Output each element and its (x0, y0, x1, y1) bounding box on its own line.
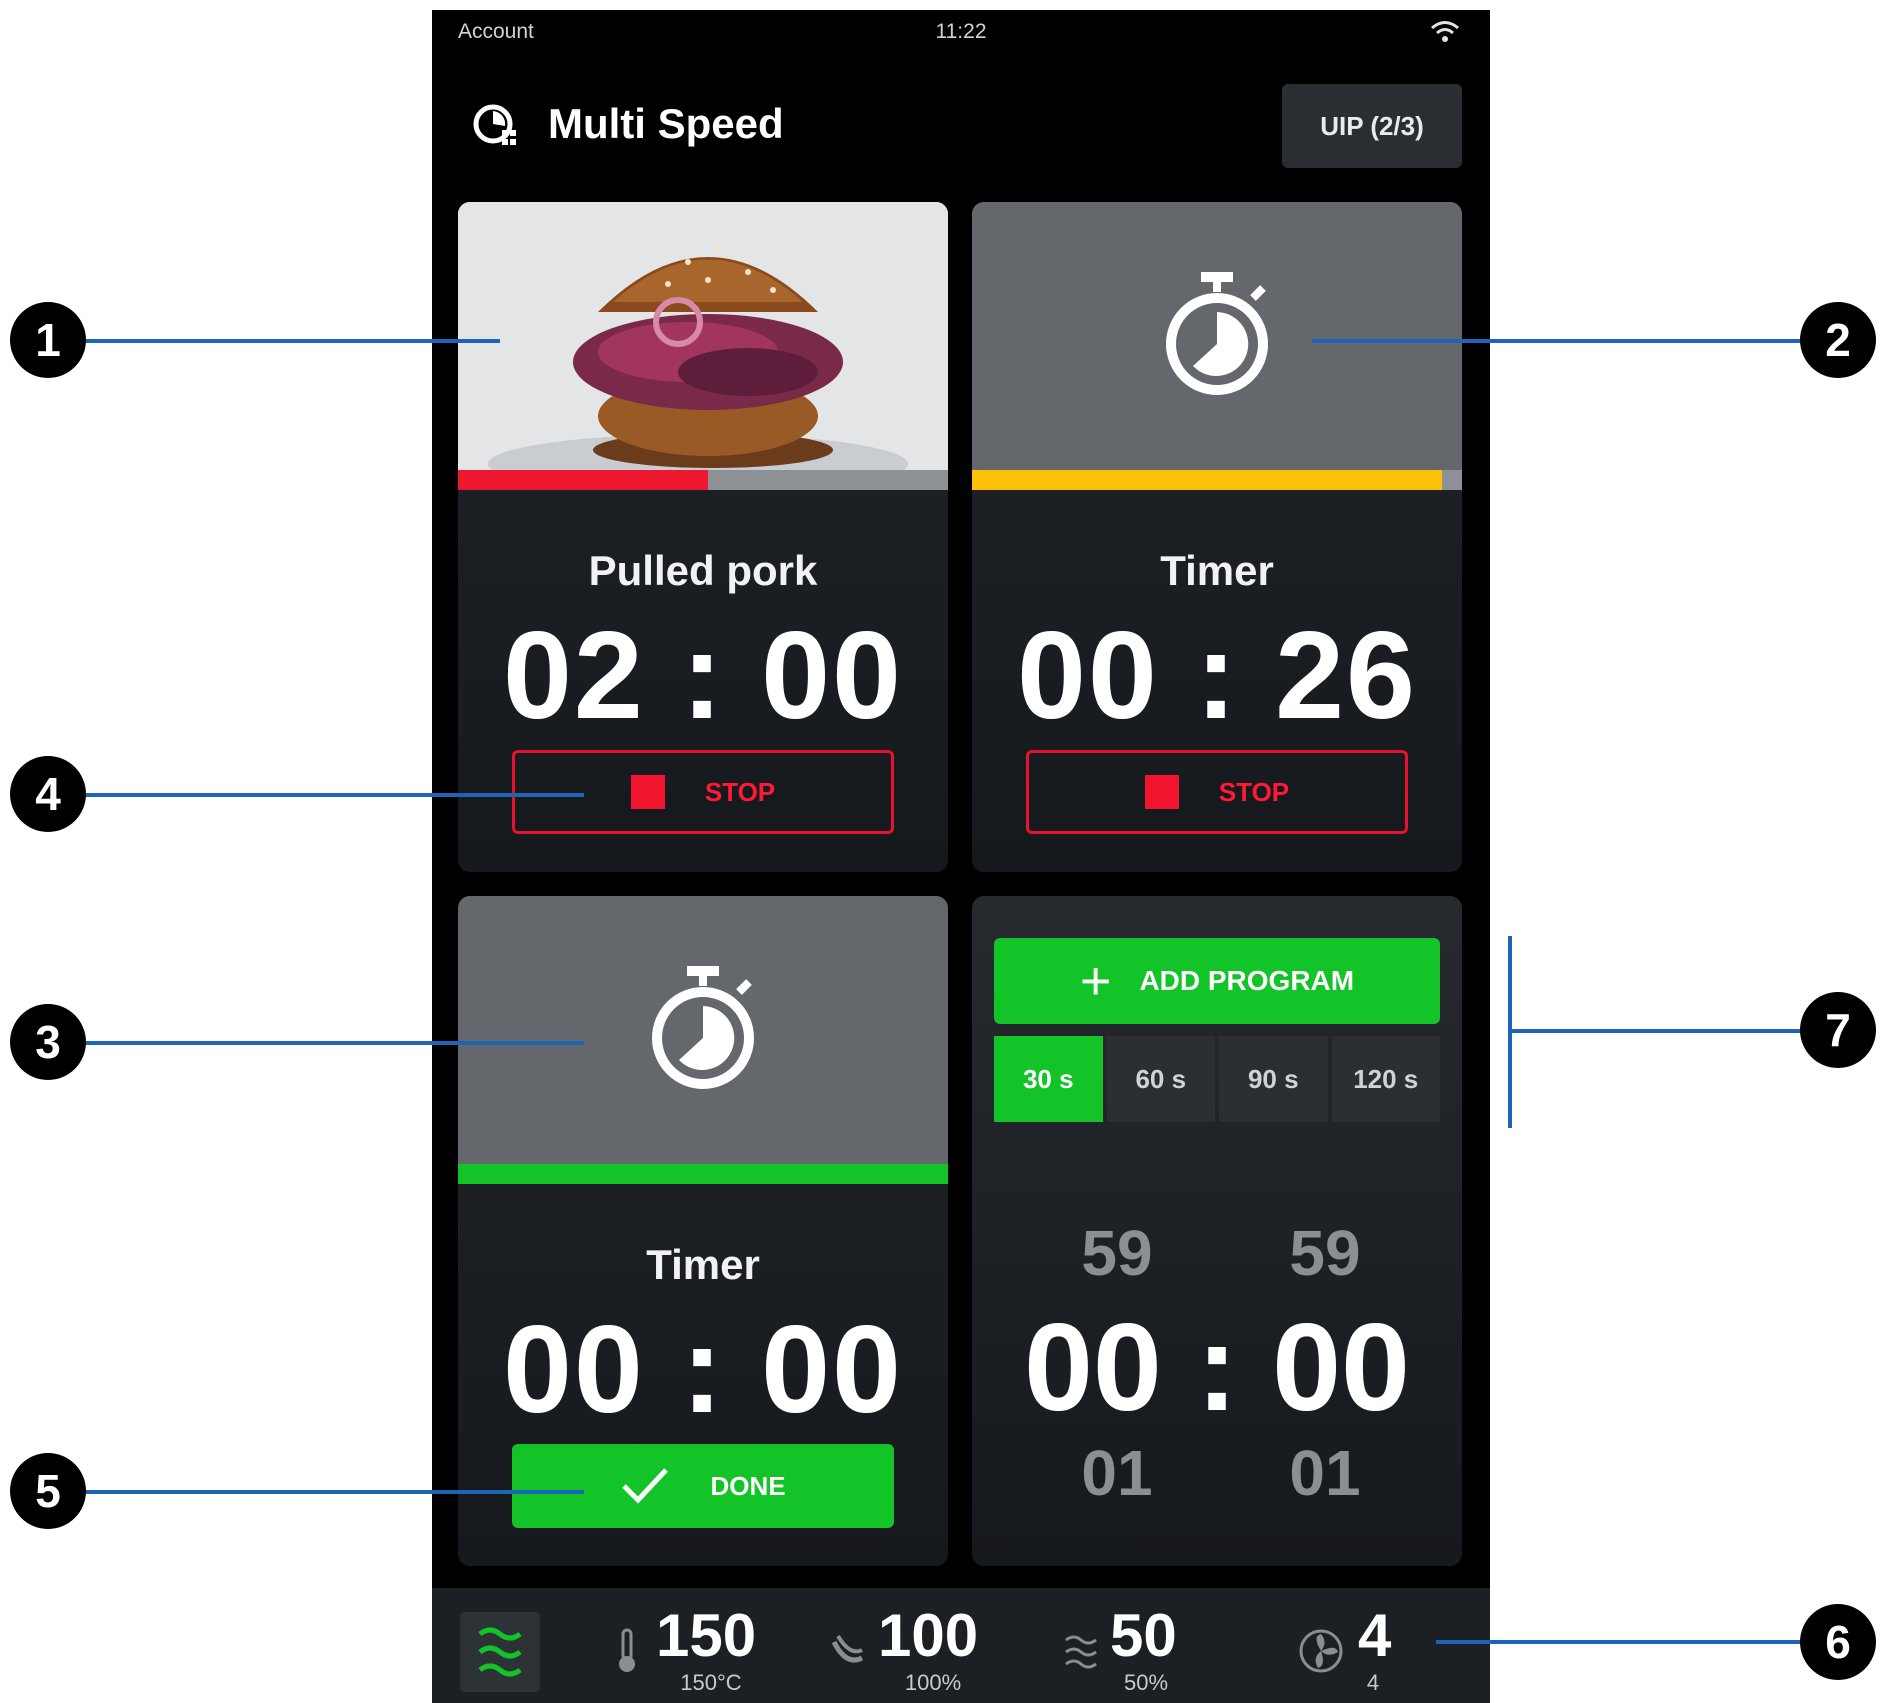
checkmark-icon (622, 1468, 669, 1504)
food-image (458, 202, 948, 470)
callout-badge-5: 5 (10, 1453, 86, 1529)
fan-setting[interactable]: 4 4 (1298, 1606, 1418, 1696)
microwave-sub: 100% (904, 1670, 962, 1695)
callout-line-6 (1436, 1640, 1806, 1644)
waves-icon (478, 1627, 522, 1677)
burger-image (458, 202, 948, 470)
add-program-button[interactable]: + ADD PROGRAM (994, 938, 1440, 1024)
picker-minutes-below[interactable]: 01 (1047, 1436, 1187, 1510)
steam-sub: 50% (1123, 1670, 1169, 1695)
done-label: DONE (710, 1470, 786, 1501)
countdown-time: 00 : 26 (1016, 607, 1418, 745)
multi-speed-icon (473, 104, 516, 145)
stopwatch-icon (1166, 272, 1268, 395)
steam-icon (1065, 1635, 1097, 1669)
program-card-pulled-pork[interactable]: Pulled pork 02 : 00 STOP (458, 202, 948, 872)
callout-badge-4: 4 (10, 756, 86, 832)
stop-icon (1144, 775, 1179, 809)
progress-fill (972, 470, 1443, 490)
fan-sub: 4 (1366, 1670, 1380, 1695)
callout-badge-6: 6 (1800, 1604, 1876, 1680)
callout-line-3 (84, 1041, 584, 1045)
plus-icon: + (1079, 951, 1112, 1011)
callout-badge-1: 1 (10, 302, 86, 378)
steam-setting[interactable]: 50 50% (1062, 1606, 1212, 1696)
callout-line-4 (84, 793, 584, 797)
timer-card-running[interactable]: Timer 00 : 26 STOP (972, 202, 1462, 872)
stop-label: STOP (1218, 776, 1290, 807)
stop-button[interactable]: STOP (1026, 750, 1408, 834)
callout-badge-2: 2 (1800, 302, 1876, 378)
callout-badge-3: 3 (10, 1004, 86, 1080)
add-program-panel: + ADD PROGRAM 30 s 60 s 90 s 120 s 59 59… (972, 896, 1462, 1566)
stop-icon (630, 775, 665, 809)
microwave-value: 100 (878, 1602, 979, 1669)
callout-line-7 (1508, 1029, 1806, 1033)
heat-mode-button[interactable] (460, 1612, 540, 1692)
preset-60s[interactable]: 60 s (1106, 1036, 1215, 1122)
header: Multi Speed UIP (2/3) (432, 70, 1490, 180)
picker-current-time[interactable]: 00 : 00 (972, 1306, 1462, 1430)
countdown-time: 02 : 00 (502, 607, 904, 745)
picker-seconds-below[interactable]: 01 (1255, 1436, 1395, 1510)
callout-line-2 (1312, 339, 1806, 343)
progress-bar (972, 470, 1462, 490)
preset-120s[interactable]: 120 s (1331, 1036, 1440, 1122)
callout-line-5 (84, 1490, 584, 1494)
uip-button[interactable]: UIP (2/3) (1282, 84, 1462, 168)
timer-thumb (458, 896, 948, 1164)
steam-value: 50 (1110, 1602, 1177, 1669)
program-name: Timer (646, 1241, 760, 1288)
stop-button[interactable]: STOP (512, 750, 894, 834)
progress-fill (458, 1164, 948, 1184)
progress-fill (458, 470, 708, 490)
done-button[interactable]: DONE (512, 1444, 894, 1528)
temperature-sub: 150°C (680, 1670, 742, 1695)
program-name: Pulled pork (588, 547, 818, 594)
preset-30s[interactable]: 30 s (994, 1036, 1103, 1122)
temperature-value: 150 (656, 1602, 757, 1669)
countdown-time: 00 : 00 (502, 1301, 904, 1439)
progress-bar (458, 1164, 948, 1184)
timer-thumb (972, 202, 1462, 470)
oven-settings-bar: 150 150°C 100 100% 50 50% 4 4 (432, 1588, 1490, 1703)
fan-value: 4 (1358, 1602, 1392, 1669)
microwave-setting[interactable]: 100 100% (828, 1606, 998, 1696)
microwave-icon (831, 1634, 864, 1663)
status-bar: Account 11:22 (432, 10, 1490, 54)
wifi-icon (1431, 21, 1459, 42)
temperature-setting[interactable]: 150 150°C (608, 1606, 778, 1696)
add-program-label: ADD PROGRAM (1139, 965, 1355, 996)
thermometer-icon (619, 1628, 635, 1672)
page-title: Multi Speed (548, 100, 784, 147)
progress-bar (458, 470, 948, 490)
picker-seconds-above[interactable]: 59 (1255, 1216, 1395, 1290)
timer-card-done[interactable]: Timer 00 : 00 DONE (458, 896, 948, 1566)
picker-minutes-above[interactable]: 59 (1047, 1216, 1187, 1290)
callout-line-1 (84, 339, 500, 343)
program-name: Timer (1160, 547, 1274, 594)
preset-selector: 30 s 60 s 90 s 120 s (994, 1036, 1440, 1122)
fan-icon (1299, 1629, 1343, 1673)
stop-label: STOP (704, 776, 776, 807)
preset-90s[interactable]: 90 s (1219, 1036, 1328, 1122)
oven-screen: Account 11:22 Multi Speed UIP (2/3) Pull… (432, 10, 1490, 1703)
stopwatch-icon (652, 966, 754, 1089)
status-clock: 11:22 (935, 20, 987, 43)
callout-badge-7: 7 (1800, 992, 1876, 1068)
